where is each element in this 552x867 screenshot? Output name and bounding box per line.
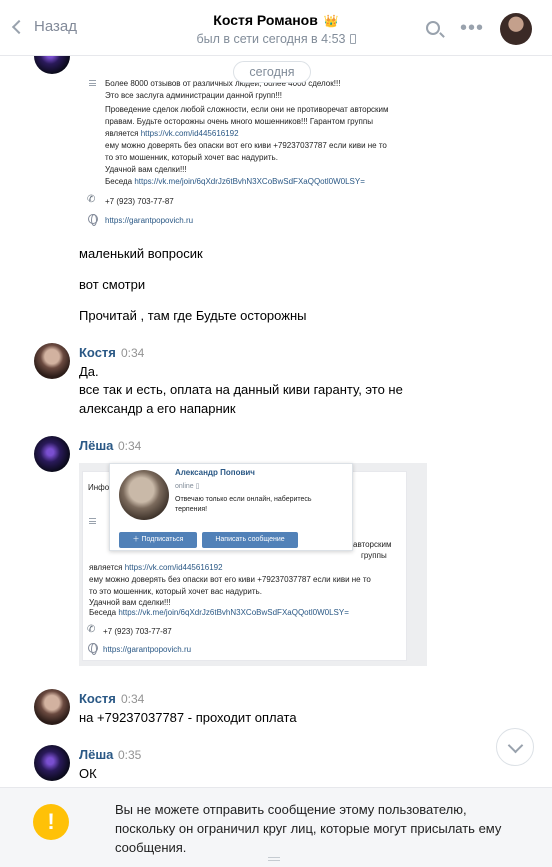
subscribe-button: ＋ Подписаться (119, 532, 197, 548)
card-line: ему можно доверять без опаски вот его ки… (105, 141, 387, 150)
card-line: Удачной вам сделки!!! (105, 165, 187, 174)
card-line: Это все заслуга администрации данной гру… (105, 91, 283, 100)
author-name[interactable]: Лёша (79, 438, 113, 453)
card-line: то это мошенник, который хочет вас надур… (89, 587, 262, 596)
profile-status: Отвечаю только если онлайн, наберитесь т… (175, 496, 312, 513)
list-icon (89, 518, 96, 524)
online-status: был в сети сегодня в 4:53 (140, 32, 412, 46)
card-line: является https://vk.com/id445616192 (105, 128, 239, 139)
card-line: группы (361, 551, 387, 560)
phone-icon: ✆ (87, 624, 96, 635)
card-line: Беседа https://vk.me/join/6qXdrJz6tBvhN3… (105, 176, 365, 187)
message-text: вот смотри (79, 277, 146, 292)
site-link[interactable]: https://garantpopovich.ru (103, 644, 191, 655)
message-text: все так и есть, оплата на данный киви га… (79, 382, 403, 397)
date-divider: сегодня (233, 61, 311, 83)
card-line-text: является (105, 129, 141, 138)
card-phone: +7 (923) 703-77-87 (103, 627, 172, 636)
screenshot-tab: Инфо (88, 483, 110, 492)
back-button[interactable]: Назад (10, 18, 77, 35)
author-name[interactable]: Костя (79, 691, 116, 706)
phone-icon: ✆ (87, 194, 96, 205)
author-name[interactable]: Костя (79, 345, 116, 360)
chat-link[interactable]: https://vk.me/join/6qXdrJz6tBvhN3XCoBwSd… (134, 177, 365, 186)
card-line: правам. Будьте осторожны очень много мош… (105, 117, 373, 126)
card-line: авторским (353, 540, 392, 549)
message-time: 0:34 (121, 692, 145, 706)
message-text: Да. (79, 364, 99, 379)
card-phone: +7 (923) 703-77-87 (105, 197, 174, 206)
chat-link[interactable]: https://vk.me/join/6qXdrJz6tBvhN3XCoBwSd… (118, 608, 349, 617)
message-text: на +79237037787 - проходит оплата (79, 710, 297, 725)
restriction-text: Вы не можете отправить сообщение этому п… (115, 802, 502, 855)
chat-title: Костя Романов 👑 (140, 12, 412, 28)
chat-title-block[interactable]: Костя Романов 👑 был в сети сегодня в 4:5… (140, 12, 412, 46)
avatar-kostya[interactable] (34, 343, 70, 379)
header-avatar[interactable] (500, 13, 532, 45)
profile-photo (119, 470, 169, 520)
online-status-text: был в сети сегодня в 4:53 (196, 32, 346, 46)
avatar-kostya[interactable] (34, 689, 70, 725)
chat-header: Назад Костя Романов 👑 был в сети сегодня… (0, 0, 552, 56)
scroll-down-button[interactable] (496, 728, 534, 766)
mobile-phone-icon (349, 34, 356, 44)
avatar-lesha[interactable] (34, 745, 70, 781)
card-line-text: Беседа (105, 177, 135, 186)
globe-icon (88, 643, 98, 655)
resize-grip[interactable] (268, 857, 280, 861)
message-text: ОК (79, 766, 97, 781)
list-icon (89, 80, 96, 86)
profile-online: online ▯ (175, 483, 200, 490)
message-time: 0:34 (118, 439, 142, 453)
profile-popup: Александр Попович online ▯ Отвечаю тольк… (109, 463, 353, 551)
card-line: то это мошенник, который хочет вас надур… (105, 153, 278, 162)
card-line: Проведение сделок любой сложности, если … (105, 105, 389, 114)
subscribe-label: Подписаться (141, 536, 184, 543)
profile-name: Александр Попович (175, 468, 255, 477)
profile-online-text: online (175, 483, 194, 490)
author-name[interactable]: Лёша (79, 747, 113, 762)
message-text: маленький вопросик (79, 246, 203, 261)
crown-icon: 👑 (323, 14, 339, 28)
message-text: Прочитай , там где Будьте осторожны (79, 308, 307, 323)
chat-title-text: Костя Романов (213, 12, 318, 28)
card-line: Беседа https://vk.me/join/6qXdrJz6tBvhN3… (89, 607, 349, 618)
globe-icon (88, 214, 98, 226)
card-line: является https://vk.com/id445616192 (89, 562, 223, 573)
write-message-button: Написать сообщение (202, 532, 298, 548)
message-time: 0:34 (121, 346, 145, 360)
card-line-text: Беседа (89, 608, 119, 617)
search-icon[interactable] (426, 21, 440, 35)
avatar-lesha[interactable] (34, 436, 70, 472)
warning-icon: ! (33, 804, 69, 840)
card-line-text: является (89, 563, 125, 572)
more-icon[interactable]: ••• (460, 18, 484, 38)
card-line: ему можно доверять без опаски вот его ки… (89, 575, 371, 584)
guarantor-link[interactable]: https://vk.com/id445616192 (125, 563, 223, 572)
back-label: Назад (34, 18, 77, 35)
message-time: 0:35 (118, 748, 142, 762)
site-link[interactable]: https://garantpopovich.ru (105, 215, 193, 226)
message-text: александр а его напарник (79, 401, 236, 416)
chevron-left-icon (11, 19, 27, 34)
guarantor-link[interactable]: https://vk.com/id445616192 (141, 129, 239, 138)
